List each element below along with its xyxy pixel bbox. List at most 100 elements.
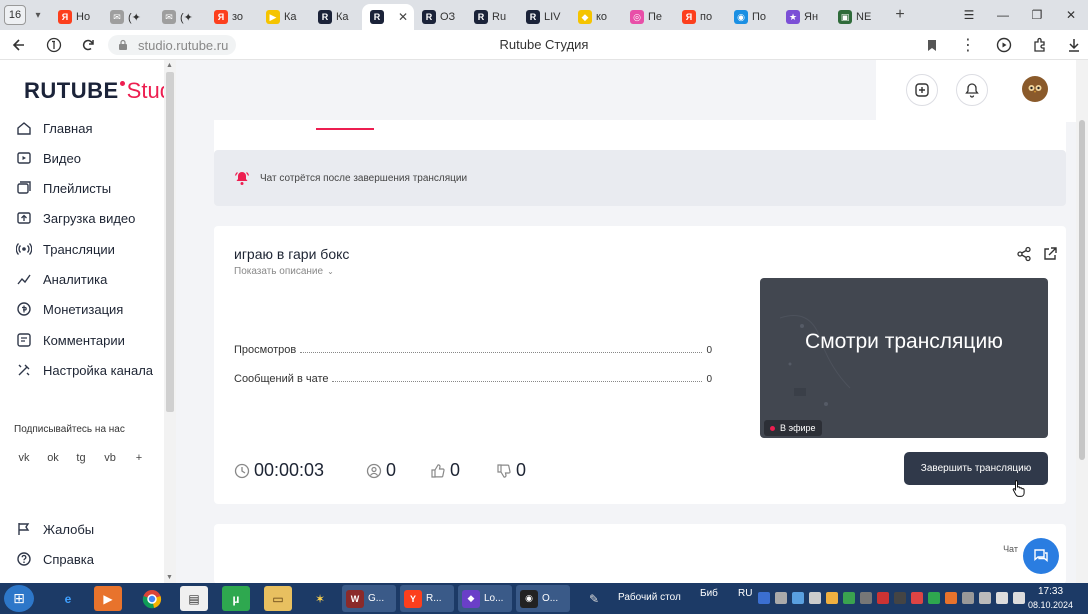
main-scroll-thumb[interactable] bbox=[1079, 120, 1085, 460]
odnoklassniki-icon[interactable]: ok bbox=[43, 448, 63, 468]
taskbar-app[interactable]: ◆ Lo... bbox=[458, 585, 512, 612]
flag-tray-icon[interactable] bbox=[979, 592, 991, 604]
browser-tab-active[interactable]: R ✕ bbox=[362, 4, 414, 30]
browser-tab[interactable]: Япо bbox=[674, 4, 726, 30]
clock-date[interactable]: 08.10.2024 bbox=[1028, 600, 1073, 610]
support-chat-button[interactable] bbox=[1023, 538, 1059, 574]
more-icon[interactable]: + bbox=[129, 448, 149, 468]
end-stream-button[interactable]: Завершить трансляцию bbox=[904, 452, 1048, 485]
browser-tab[interactable]: ◆ ко bbox=[570, 4, 622, 30]
browser-tab[interactable]: ✉ (✦ bbox=[154, 4, 206, 30]
tab-label: Ка bbox=[336, 11, 349, 23]
share-icon[interactable] bbox=[1016, 246, 1032, 262]
shield-tray-icon[interactable] bbox=[843, 592, 855, 604]
dot-leader bbox=[300, 352, 703, 353]
stream-preview[interactable]: Смотри трансляцию В эфире bbox=[760, 278, 1048, 438]
close-tab-icon[interactable]: ✕ bbox=[398, 10, 408, 24]
stat-label: Просмотров bbox=[234, 344, 297, 356]
comments-icon bbox=[14, 332, 34, 348]
add-content-button[interactable] bbox=[906, 74, 938, 106]
monitor-tray-icon[interactable] bbox=[894, 592, 906, 604]
minimize-button[interactable]: — bbox=[986, 0, 1020, 30]
start-button[interactable]: ⊞ bbox=[4, 585, 34, 612]
volume-icon[interactable] bbox=[1013, 592, 1025, 604]
cloud-tray-icon[interactable] bbox=[792, 592, 804, 604]
user-avatar[interactable] bbox=[1022, 76, 1048, 102]
browser-tab[interactable]: ◎ Пе bbox=[622, 4, 674, 30]
pen-tool-icon[interactable]: ✎ bbox=[580, 586, 608, 611]
sidebar-scrollbar[interactable]: ▲ ▼ bbox=[164, 60, 176, 583]
browser-menu-icon[interactable]: ☰ bbox=[952, 0, 986, 30]
open-external-icon[interactable] bbox=[1042, 246, 1058, 262]
scroll-down-icon[interactable]: ▼ bbox=[166, 574, 173, 581]
clock-time[interactable]: 17:33 bbox=[1038, 586, 1063, 597]
network-status-icon[interactable] bbox=[996, 592, 1008, 604]
nav-item-comments[interactable]: Комментарии bbox=[14, 328, 125, 352]
browser-tab[interactable]: Язо bbox=[206, 4, 258, 30]
show-description-toggle[interactable]: Показать описание ⌄ bbox=[234, 266, 334, 277]
telegram-icon[interactable]: tg bbox=[71, 448, 91, 468]
taskbar-app[interactable]: W G... bbox=[342, 585, 396, 612]
main-scrollbar[interactable] bbox=[1076, 60, 1088, 583]
browser-tab[interactable]: ◉ По bbox=[726, 4, 778, 30]
new-tab-button[interactable]: + bbox=[888, 6, 912, 24]
browser-tab[interactable]: ▶ Ка bbox=[258, 4, 310, 30]
tab-counter[interactable]: 16 bbox=[4, 5, 26, 25]
taskbar-app[interactable]: Y R... bbox=[400, 585, 454, 612]
device-tray-icon[interactable] bbox=[860, 592, 872, 604]
torrent-tray-icon[interactable] bbox=[928, 592, 940, 604]
notifications-button[interactable] bbox=[956, 74, 988, 106]
browser-tab[interactable]: ✉ (✦ bbox=[102, 4, 154, 30]
nav-item-complaints[interactable]: Жалобы bbox=[14, 517, 94, 541]
nav-item-channel-settings[interactable]: Настройка канала bbox=[14, 358, 153, 382]
close-window-button[interactable]: ✕ bbox=[1054, 0, 1088, 30]
chrome-icon[interactable] bbox=[138, 586, 166, 611]
nav-item-help[interactable]: Справка bbox=[14, 547, 94, 571]
browser-tab[interactable]: R Ru bbox=[466, 4, 518, 30]
tab-label: (✦ bbox=[180, 11, 193, 24]
browser-tab[interactable]: R Ка bbox=[310, 4, 362, 30]
vk-icon[interactable]: vk bbox=[14, 448, 34, 468]
restore-button[interactable]: ❐ bbox=[1020, 0, 1054, 30]
tab-label: Ка bbox=[284, 11, 297, 23]
utorrent-icon[interactable]: µ bbox=[222, 586, 250, 611]
nav-item-label: Настройка канала bbox=[43, 362, 154, 378]
nav-item-playlist[interactable]: Плейлисты bbox=[14, 176, 111, 200]
language-indicator[interactable]: RU bbox=[738, 588, 752, 599]
channel-settings-icon bbox=[14, 362, 34, 378]
nav-item-home[interactable]: Главная bbox=[14, 116, 92, 140]
help-tray-icon[interactable] bbox=[758, 592, 770, 604]
browser-tab[interactable]: R LIV bbox=[518, 4, 570, 30]
warning-tray-icon[interactable] bbox=[826, 592, 838, 604]
media-player-icon[interactable]: ▶ bbox=[94, 586, 122, 611]
taskbar-app[interactable]: ◉ O... bbox=[516, 585, 570, 612]
browser-tab[interactable]: R ОЗ bbox=[414, 4, 466, 30]
notepad-icon[interactable]: ▤ bbox=[180, 586, 208, 611]
nav-item-monetization[interactable]: Монетизация bbox=[14, 297, 123, 321]
logo-dot bbox=[119, 81, 125, 86]
usb-tray-icon[interactable] bbox=[962, 592, 974, 604]
record-tray-icon[interactable] bbox=[911, 592, 923, 604]
follow-label: Подписывайтесь на нас bbox=[14, 424, 125, 435]
nav-item-video[interactable]: Видео bbox=[14, 146, 81, 170]
desktop-toolbar-label[interactable]: Рабочий стол bbox=[618, 592, 681, 603]
sync-tray-icon[interactable] bbox=[945, 592, 957, 604]
monetization-icon bbox=[14, 301, 34, 317]
browser-tab[interactable]: ▣ NE bbox=[830, 4, 882, 30]
file-explorer-icon[interactable]: ▭ bbox=[264, 586, 292, 611]
internet-explorer-icon[interactable]: e bbox=[54, 586, 82, 611]
network-tray-icon[interactable] bbox=[775, 592, 787, 604]
nav-item-broadcast[interactable]: Трансляции bbox=[14, 237, 115, 261]
library-label[interactable]: Биб bbox=[700, 588, 718, 599]
sidebar-scroll-thumb[interactable] bbox=[166, 72, 174, 412]
clock-tray-icon[interactable] bbox=[809, 592, 821, 604]
scroll-up-icon[interactable]: ▲ bbox=[166, 62, 173, 69]
viber-icon[interactable]: vb bbox=[100, 448, 120, 468]
app-tray-icon[interactable] bbox=[877, 592, 889, 604]
tab-list-chevron-icon[interactable]: ▾ bbox=[26, 10, 50, 21]
browser-tab[interactable]: ★ Ян bbox=[778, 4, 830, 30]
browser-tab[interactable]: Я Но bbox=[50, 4, 102, 30]
nav-item-analytics[interactable]: Аналитика bbox=[14, 267, 107, 291]
nav-item-upload[interactable]: Загрузка видео bbox=[14, 206, 135, 230]
wizard-icon[interactable]: ✶ bbox=[306, 586, 334, 611]
